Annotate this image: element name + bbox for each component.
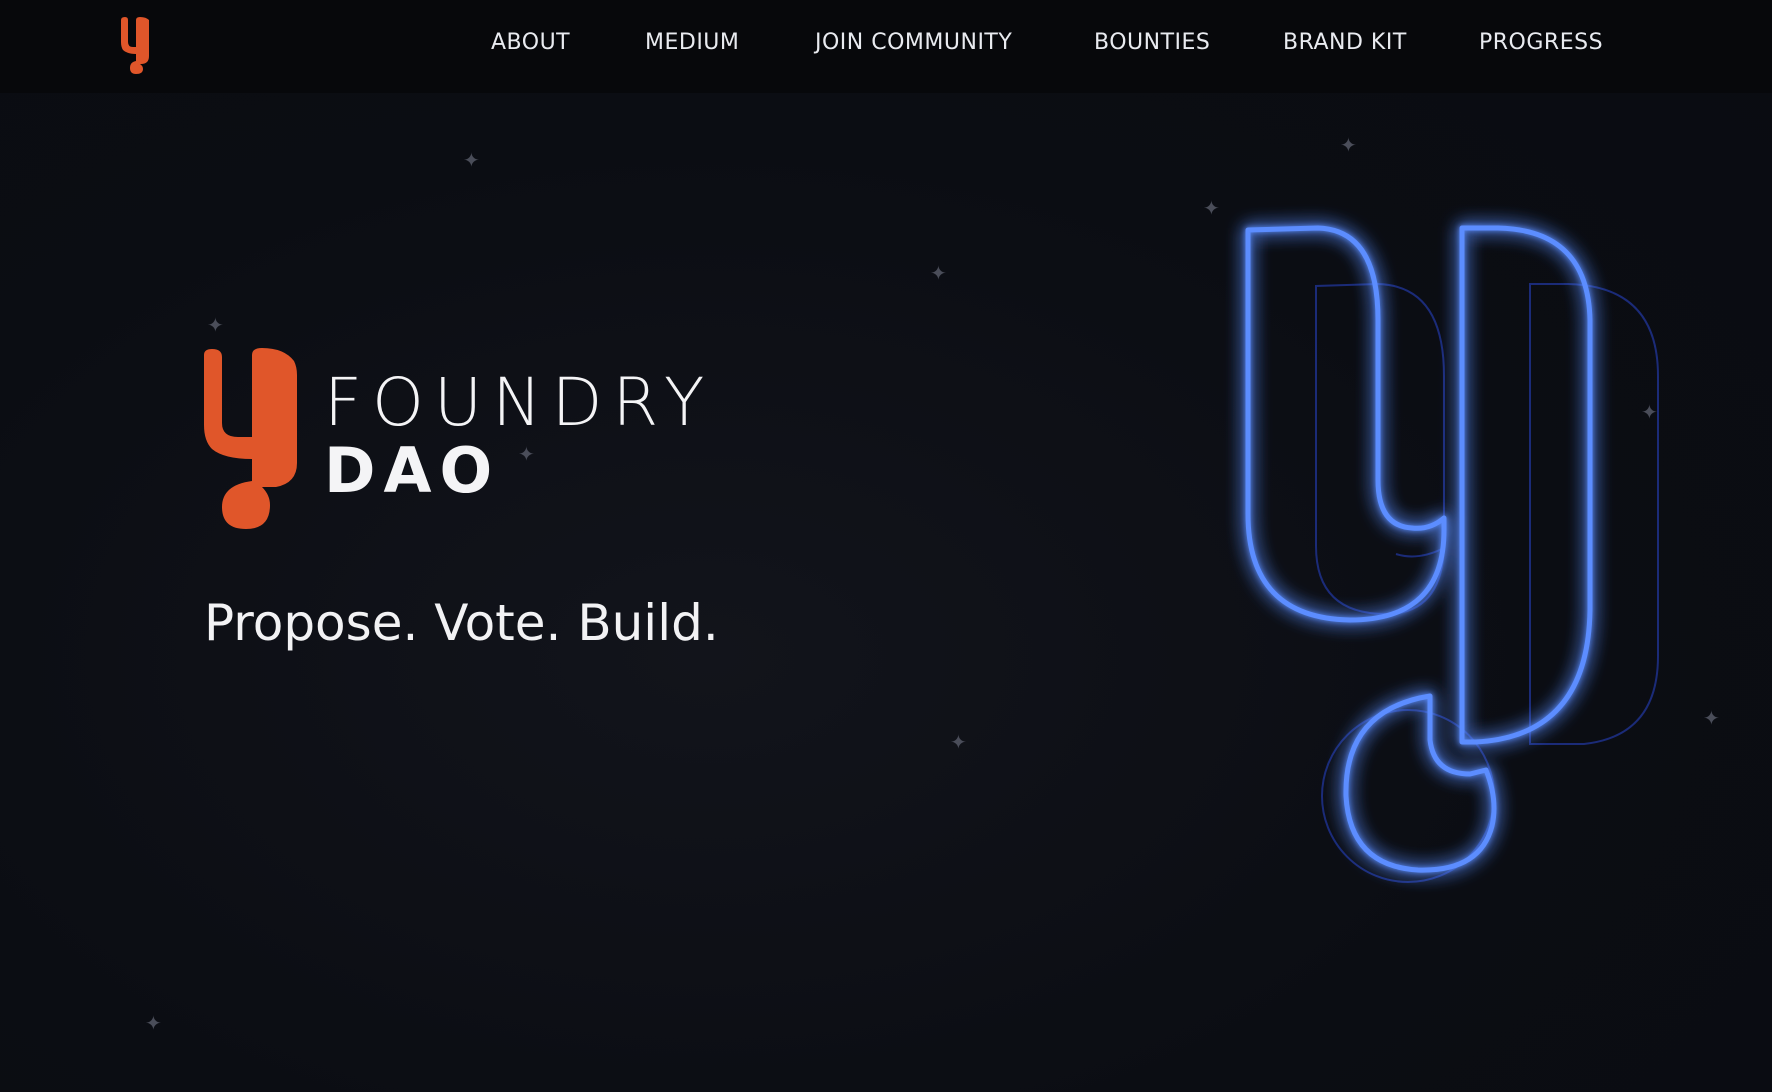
nav-link-progress[interactable]: PROGRESS [1479, 30, 1603, 55]
sparkle-icon: ✦ [1703, 706, 1720, 730]
nav-link-join-community[interactable]: JOIN COMMUNITY [815, 30, 1012, 55]
sparkle-icon: ✦ [207, 313, 224, 337]
sparkle-icon: ✦ [145, 1011, 162, 1035]
brand-name-foundry: FOUNDRY [324, 364, 715, 441]
sparkle-icon: ✦ [1340, 133, 1357, 157]
nav-link-medium[interactable]: MEDIUM [645, 30, 739, 55]
sparkle-icon: ✦ [930, 261, 947, 285]
sparkle-icon: ✦ [463, 148, 480, 172]
nav-link-bounties[interactable]: BOUNTIES [1094, 30, 1210, 55]
nav-link-brand-kit[interactable]: BRAND KIT [1283, 30, 1407, 55]
sparkle-icon: ✦ [950, 730, 967, 754]
foundry-y-logo-icon [204, 348, 297, 529]
sparkle-icon: ✦ [518, 442, 535, 466]
neon-y-logo-icon [1245, 225, 1659, 883]
top-nav-bar: ABOUT MEDIUM JOIN COMMUNITY BOUNTIES BRA… [0, 0, 1772, 93]
brand-name-dao: DAO [324, 434, 501, 507]
nav-link-about[interactable]: ABOUT [491, 30, 570, 55]
main-nav: ABOUT MEDIUM JOIN COMMUNITY BOUNTIES BRA… [0, 0, 1772, 93]
hero-tagline: Propose. Vote. Build. [204, 594, 719, 652]
